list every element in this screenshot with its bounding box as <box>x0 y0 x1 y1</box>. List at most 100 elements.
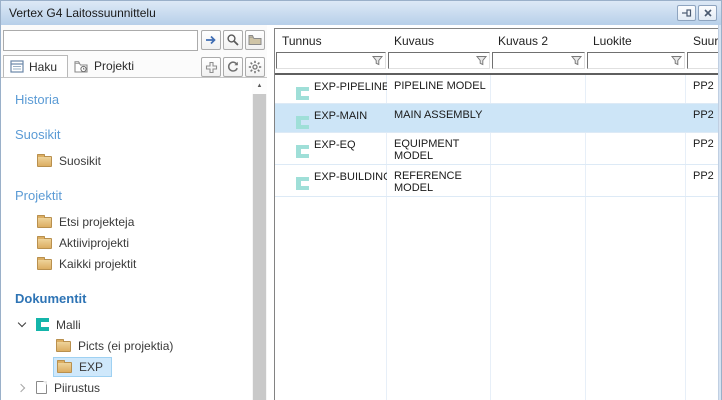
section-title-historia[interactable]: Historia <box>15 92 252 110</box>
folder-icon <box>56 341 71 352</box>
add-button[interactable] <box>201 57 221 77</box>
section-title-projektit[interactable]: Projektit <box>15 188 252 206</box>
cell-tunnus: EXP-MAIN <box>314 110 367 122</box>
cell-kuvaus2 <box>491 133 586 164</box>
chevron-right-icon[interactable] <box>15 385 29 391</box>
filter-input-kuvaus[interactable] <box>388 52 490 69</box>
filter-input-suur[interactable] <box>687 52 720 69</box>
table-row[interactable]: EXP-EQ EQUIPMENT MODEL PP2 <box>275 133 721 165</box>
tab-projekti-label: Projekti <box>94 59 134 73</box>
drawing-icon <box>36 381 47 394</box>
tree-item-label: Aktiiviprojekti <box>59 236 129 250</box>
tab-haku[interactable]: Haku <box>3 55 68 77</box>
filter-funnel-icon[interactable] <box>570 54 583 67</box>
tab-haku-label: Haku <box>29 60 57 74</box>
filter-input-tunnus[interactable] <box>276 52 386 69</box>
folder-clock-icon <box>74 60 89 73</box>
settings-button[interactable] <box>245 57 265 77</box>
go-arrow-icon <box>204 33 218 47</box>
filter-input-luokite[interactable] <box>587 52 685 69</box>
table-row[interactable]: EXP-BUILDING REFERENCE MODEL PP2 <box>275 165 721 197</box>
tree-item-picts[interactable]: Picts (ei projektia) <box>15 335 252 356</box>
tree-item-etsi-projekteja[interactable]: Etsi projekteja <box>15 211 252 232</box>
tree-item-kaikki-projektit[interactable]: Kaikki projektit <box>15 253 252 274</box>
titlebar[interactable]: Vertex G4 Laitossuunnittelu <box>1 1 721 25</box>
tree-scrollbar[interactable]: ▲ <box>252 78 267 400</box>
refresh-icon <box>226 60 240 74</box>
tree-selection-highlight: EXP <box>53 357 112 377</box>
cell-luokite <box>586 104 686 132</box>
cell-suur: PP2 <box>686 104 721 132</box>
tree-item-label: Picts (ei projektia) <box>78 339 173 353</box>
filter-funnel-icon[interactable] <box>371 54 384 67</box>
tree-item-label: Malli <box>56 318 81 332</box>
open-folder-button[interactable] <box>245 30 265 50</box>
chevron-down-icon[interactable] <box>15 323 29 326</box>
go-button[interactable] <box>201 30 221 50</box>
model-icon <box>296 116 309 129</box>
close-button[interactable] <box>698 5 717 21</box>
section-suosikit: Suosikit Suosikit <box>15 127 252 171</box>
scrollbar-thumb[interactable] <box>253 94 266 400</box>
cell-kuvaus2 <box>491 165 586 196</box>
column-header-suur[interactable]: Suur <box>686 29 721 52</box>
cell-kuvaus: MAIN ASSEMBLY <box>387 104 491 132</box>
tree-item-label: EXP <box>79 360 103 374</box>
search-icon <box>226 33 240 47</box>
close-icon <box>703 8 713 18</box>
filter-funnel-icon[interactable] <box>475 54 488 67</box>
filter-funnel-icon[interactable] <box>670 54 683 67</box>
search-button[interactable] <box>223 30 243 50</box>
table-row-selected[interactable]: EXP-MAIN MAIN ASSEMBLY PP2 <box>275 104 721 133</box>
window-title: Vertex G4 Laitossuunnittelu <box>9 6 675 20</box>
tree-item-exp[interactable]: EXP <box>15 356 252 377</box>
cell-luokite <box>586 75 686 103</box>
folder-icon <box>37 238 52 249</box>
tree-item-label: Piirustus <box>54 381 100 395</box>
cell-kuvaus: PIPELINE MODEL <box>387 75 491 103</box>
model-icon <box>296 177 309 190</box>
search-input[interactable] <box>3 30 198 51</box>
cell-suur: PP2 <box>686 75 721 103</box>
folder-icon <box>37 259 52 270</box>
section-historia: Historia <box>15 92 252 110</box>
document-table: Tunnus Kuvaus Kuvaus 2 Luokite Suur <box>274 28 721 400</box>
tree-item-label: Etsi projekteja <box>59 215 134 229</box>
cell-tunnus: EXP-BUILDING <box>314 171 387 183</box>
table-body: EXP-PIPELINES PIPELINE MODEL PP2 EXP-MAI… <box>275 75 721 400</box>
column-header-kuvaus[interactable]: Kuvaus <box>387 29 491 52</box>
panel-gap <box>267 25 274 400</box>
tab-projekti[interactable]: Projekti <box>68 55 144 77</box>
tree-item-aktiiviprojekti[interactable]: Aktiiviprojekti <box>15 232 252 253</box>
section-title-dokumentit[interactable]: Dokumentit <box>15 291 252 309</box>
column-header-tunnus[interactable]: Tunnus <box>275 29 387 52</box>
table-row[interactable]: EXP-PIPELINES PIPELINE MODEL PP2 <box>275 75 721 104</box>
cell-kuvaus: REFERENCE MODEL <box>387 165 462 196</box>
section-title-suosikit[interactable]: Suosikit <box>15 127 252 145</box>
column-header-kuvaus2[interactable]: Kuvaus 2 <box>491 29 586 52</box>
navigation-tree: Historia Suosikit Suosikit Projektit <box>1 78 252 400</box>
folder-icon <box>37 217 52 228</box>
tree-item-suosikit[interactable]: Suosikit <box>15 150 252 171</box>
cell-kuvaus2 <box>491 75 586 103</box>
tree-item-malli[interactable]: Malli <box>15 314 252 335</box>
cell-luokite <box>586 165 686 196</box>
vertex-panel-window: Vertex G4 Laitossuunnittelu <box>0 0 722 400</box>
pin-icon <box>681 7 693 19</box>
model-icon <box>296 87 309 100</box>
scroll-up-button[interactable]: ▲ <box>252 78 267 94</box>
cell-tunnus: EXP-PIPELINES <box>314 81 387 93</box>
section-dokumentit: Dokumentit Malli Picts (ei projektia) <box>15 291 252 398</box>
auto-hide-pin-button[interactable] <box>677 5 696 21</box>
table-header: Tunnus Kuvaus Kuvaus 2 Luokite Suur <box>275 29 721 75</box>
filter-input-kuvaus2[interactable] <box>492 52 585 69</box>
section-projektit: Projektit Etsi projekteja Aktiiviprojekt… <box>15 188 252 274</box>
list-form-icon <box>10 60 24 73</box>
tree-item-piirustus[interactable]: Piirustus <box>15 377 252 398</box>
column-header-luokite[interactable]: Luokite <box>586 29 686 52</box>
refresh-button[interactable] <box>223 57 243 77</box>
add-plus-icon <box>205 61 218 74</box>
cell-kuvaus2 <box>491 104 586 132</box>
cell-luokite <box>586 133 686 164</box>
tree-item-label: Suosikit <box>59 154 101 168</box>
